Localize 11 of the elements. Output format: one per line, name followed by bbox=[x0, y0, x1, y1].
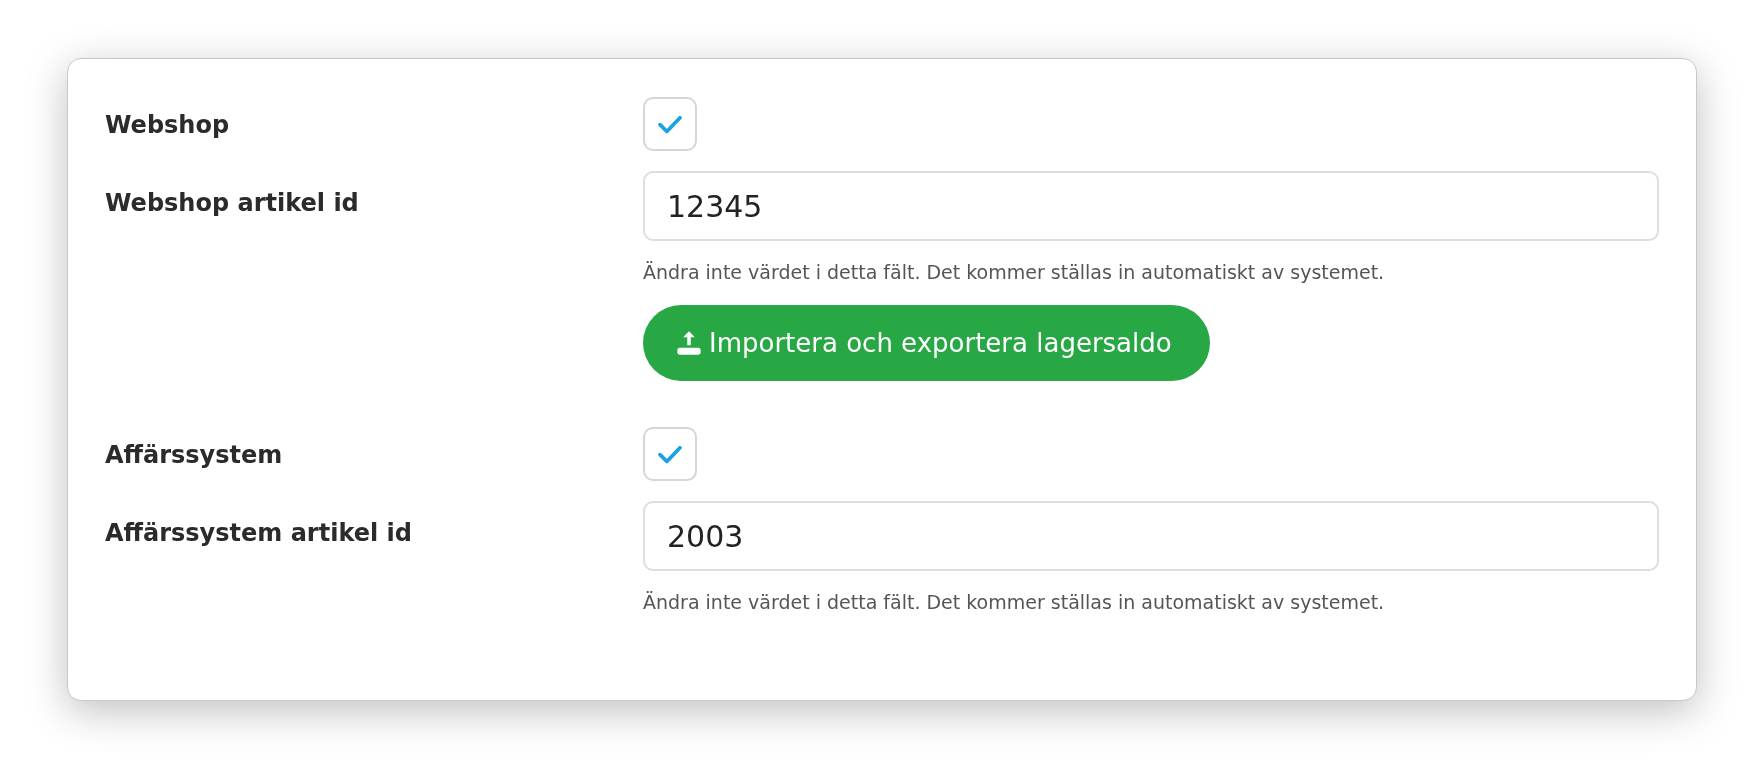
help-text: Ändra inte värdet i detta fält. Det kommer ställas in automatiskt av systemet. bbox=[643, 261, 1385, 283]
input-field[interactable]: 12345 bbox=[643, 171, 1659, 241]
checkbox[interactable] bbox=[643, 427, 697, 481]
field-label: Webshop artikel id bbox=[105, 188, 360, 219]
field-label: Affärssystem bbox=[105, 440, 284, 471]
field-label: Webshop bbox=[105, 110, 231, 141]
input-field[interactable]: 2003 bbox=[643, 501, 1659, 571]
upload-icon bbox=[675, 329, 703, 357]
field-label: Affärssystem artikel id bbox=[105, 518, 413, 549]
checkbox[interactable] bbox=[643, 97, 697, 151]
help-text: Ändra inte värdet i detta fält. Det kommer ställas in automatiskt av systemet. bbox=[643, 591, 1385, 613]
